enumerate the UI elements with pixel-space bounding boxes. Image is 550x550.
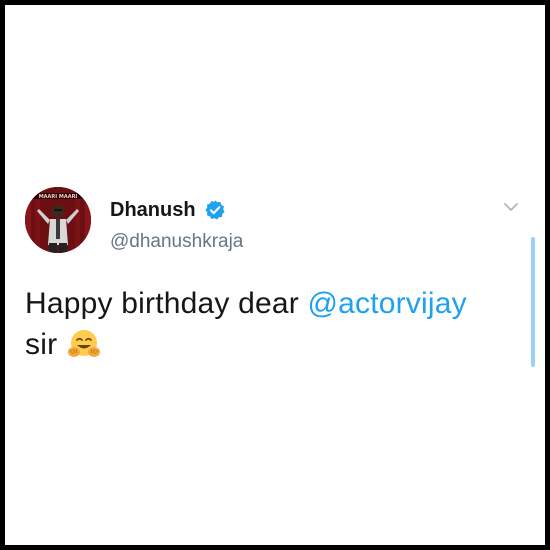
tweet-card: MAARI MAARI Dhanush @dhanushkraja Happy … <box>5 5 545 545</box>
tweet-text-start: Happy birthday dear <box>25 287 308 320</box>
avatar[interactable]: MAARI MAARI <box>25 187 91 253</box>
scrollbar[interactable] <box>531 237 535 367</box>
display-name[interactable]: Dhanush <box>110 198 196 222</box>
hugging-face-emoji <box>67 330 100 357</box>
tweet-text-end: sir <box>25 328 58 361</box>
avatar-banner-text: MAARI MAARI <box>39 194 78 200</box>
user-handle[interactable]: @dhanushkraja <box>110 230 243 254</box>
tweet-text: Happy birthday dear @actorvijay sir <box>25 283 515 365</box>
chevron-down-icon[interactable] <box>502 200 520 214</box>
verified-badge-icon <box>205 200 225 220</box>
avatar-image: MAARI MAARI <box>25 187 91 253</box>
mention-link[interactable]: @actorvijay <box>308 287 467 320</box>
